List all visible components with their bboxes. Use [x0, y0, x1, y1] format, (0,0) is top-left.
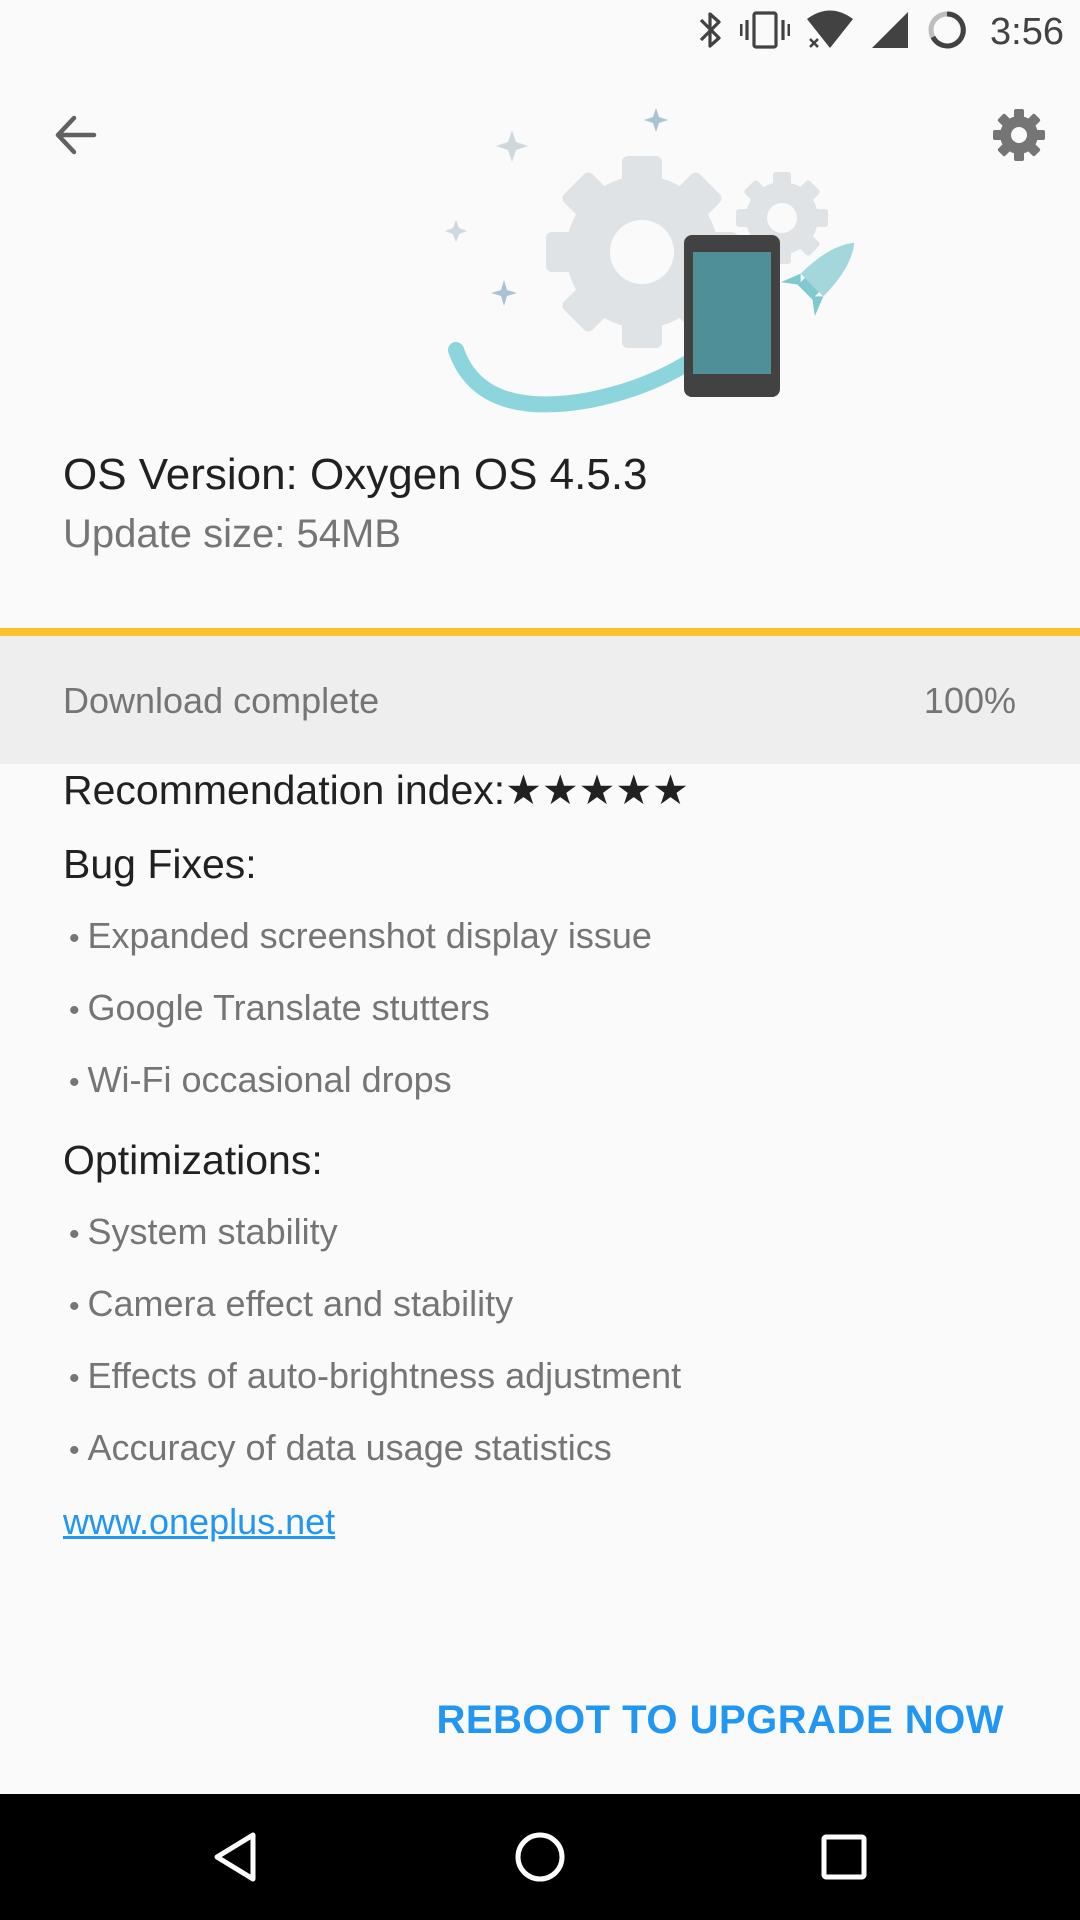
bluetooth-icon [698, 10, 724, 55]
bullet-icon: • [69, 1290, 80, 1323]
status-bar: 3:56 [0, 0, 1080, 64]
arrow-left-icon [55, 115, 97, 155]
sparkle-icon [445, 130, 528, 242]
list-item: • Google Translate stutters [69, 987, 490, 1028]
list-item: • System stability [69, 1211, 338, 1252]
list-item: • Accuracy of data usage statistics [69, 1427, 612, 1468]
battery-icon [926, 9, 968, 56]
update-illustration [420, 100, 890, 430]
download-status-text: Download complete [63, 680, 380, 721]
optimizations-heading: Optimizations: [63, 1137, 323, 1183]
circle-home-icon [515, 1832, 565, 1882]
gear-icon [993, 109, 1045, 161]
list-item: • Effects of auto-brightness adjustment [69, 1355, 682, 1396]
bullet-icon: • [69, 1434, 80, 1467]
status-time: 3:56 [990, 10, 1064, 53]
download-percent-text: 100% [923, 680, 1016, 721]
recommendation-index: Recommendation index:★★★★★ [63, 767, 689, 813]
back-button[interactable] [40, 100, 110, 170]
bullet-icon: • [69, 994, 80, 1027]
release-notes: Recommendation index:★★★★★ Bug Fixes: • E… [63, 760, 1023, 1552]
nav-home-button[interactable] [500, 1817, 580, 1897]
wifi-icon [806, 10, 854, 55]
triangle-back-icon [214, 1832, 256, 1882]
download-status-row: Download complete 100% [0, 636, 1080, 764]
square-recents-icon [821, 1834, 867, 1880]
reboot-upgrade-button[interactable]: REBOOT TO UPGRADE NOW [436, 1690, 1004, 1750]
bullet-icon: • [69, 922, 80, 955]
bullet-icon: • [69, 1218, 80, 1251]
status-icons: 3:56 [698, 8, 1064, 56]
bullet-icon: • [69, 1362, 80, 1395]
settings-button[interactable] [984, 100, 1054, 170]
os-version-text: OS Version: Oxygen OS 4.5.3 [63, 450, 648, 499]
bug-fixes-heading: Bug Fixes: [63, 841, 257, 887]
download-progress-bar [0, 628, 1080, 636]
vibrate-icon [739, 10, 791, 55]
list-item: • Wi-Fi occasional drops [69, 1059, 452, 1100]
list-item: • Camera effect and stability [69, 1283, 514, 1324]
download-progress-fill [0, 628, 1080, 636]
update-size-text: Update size: 54MB [63, 512, 401, 556]
cell-signal-icon [870, 10, 910, 55]
navigation-bar [0, 1794, 1080, 1920]
nav-back-button[interactable] [195, 1817, 275, 1897]
bullet-icon: • [69, 1066, 80, 1099]
nav-recents-button[interactable] [804, 1817, 884, 1897]
website-link[interactable]: www.oneplus.net [63, 1492, 335, 1552]
list-item: • Expanded screenshot display issue [69, 915, 652, 956]
